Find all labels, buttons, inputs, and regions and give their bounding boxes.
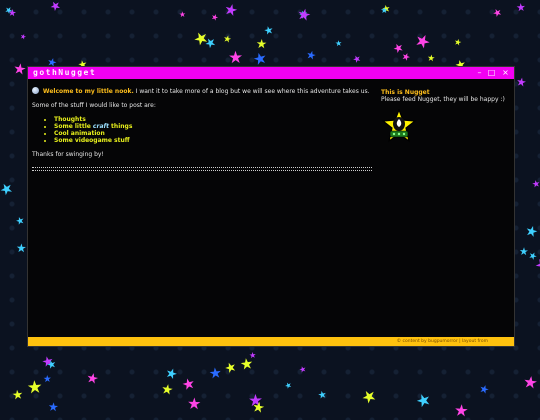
- sidebar-caption: Please feed Nugget, they will be happy :…: [381, 96, 505, 103]
- star-decoration: ★: [227, 46, 243, 67]
- star-decoration: ★: [399, 51, 413, 65]
- footer: © content by bugpumorror | layout from: [28, 337, 514, 346]
- welcome-paragraph: Welcome to my little nook. I want it to …: [32, 87, 372, 95]
- star-decoration: ★: [426, 53, 436, 65]
- star-decoration: ★: [491, 5, 505, 21]
- star-decoration: ★: [247, 389, 263, 410]
- welcome-title: Welcome to my little nook.: [42, 88, 134, 95]
- star-decoration: ★: [390, 39, 407, 57]
- star-decoration: ★: [316, 388, 328, 402]
- list-item: Cool animation: [54, 130, 372, 137]
- star-decoration: ★: [283, 379, 294, 392]
- star-decoration: ★: [178, 9, 186, 20]
- list-item: Some videogame stuff: [54, 137, 372, 144]
- list-item: Thoughts: [54, 116, 372, 123]
- star-decoration: ★: [238, 354, 255, 375]
- star-decoration: ★: [0, 178, 17, 201]
- star-decoration: ★: [518, 244, 530, 258]
- divider: [32, 170, 372, 171]
- minimize-button[interactable]: –: [475, 68, 484, 77]
- star-decoration: ★: [515, 73, 528, 90]
- star-decoration: ★: [294, 3, 313, 26]
- star-decoration: ★: [453, 36, 463, 48]
- star-decoration: ★: [530, 253, 540, 277]
- star-decoration: ★: [413, 388, 435, 413]
- star-decoration: ★: [84, 369, 101, 388]
- star-decoration: ★: [262, 23, 275, 38]
- star-decoration: ★: [15, 240, 27, 256]
- star-decoration: ★: [207, 364, 223, 383]
- star-decoration: ★: [531, 178, 540, 192]
- star-decoration: ★: [221, 33, 233, 46]
- star-decoration: ★: [26, 377, 44, 399]
- star-decoration: ★: [47, 399, 60, 415]
- star-decoration: ★: [180, 373, 198, 395]
- sidebar: This is Nugget Please feed Nugget, they …: [381, 89, 509, 143]
- star-decoration: ★: [190, 27, 213, 51]
- star-decoration: ★: [521, 372, 540, 394]
- star-decoration: ★: [42, 373, 52, 386]
- blog-content: Welcome to my little nook. I want it to …: [32, 87, 372, 158]
- star-decoration: ★: [380, 4, 388, 15]
- star-decoration: ★: [248, 349, 257, 360]
- main-window: gothNugget – □ × Welcome to my little no…: [27, 66, 515, 347]
- star-decoration: ★: [222, 0, 240, 21]
- window-title: gothNugget: [33, 68, 97, 77]
- star-decoration: ★: [44, 356, 58, 372]
- star-decoration: ★: [12, 59, 28, 79]
- post-topics-list: Thoughts Some little craft things Cool a…: [54, 116, 372, 144]
- star-decoration: ★: [222, 359, 240, 378]
- thanks-text: Thanks for swinging by!: [32, 151, 104, 158]
- divider: [32, 167, 372, 168]
- star-decoration: ★: [526, 249, 540, 264]
- star-decoration: ★: [47, 0, 65, 15]
- star-decoration: ★: [14, 215, 26, 229]
- nugget-pet-image[interactable]: [381, 108, 417, 143]
- star-decoration: ★: [380, 3, 392, 17]
- sidebar-title: This is Nugget: [381, 89, 430, 96]
- globe-icon: [32, 87, 39, 94]
- star-decoration: ★: [2, 5, 15, 18]
- star-decoration: ★: [334, 38, 343, 49]
- star-decoration: ★: [160, 381, 175, 400]
- star-decoration: ★: [7, 8, 17, 20]
- star-decoration: ★: [10, 385, 24, 403]
- star-decoration: ★: [186, 393, 202, 414]
- star-decoration: ★: [350, 52, 363, 67]
- star-decoration: ★: [40, 352, 56, 372]
- star-decoration: ★: [18, 31, 28, 42]
- maximize-button[interactable]: □: [487, 68, 496, 77]
- footer-credit: © content by bugpumorror | layout from: [396, 339, 488, 344]
- star-decoration: ★: [523, 222, 540, 242]
- star-decoration: ★: [297, 7, 311, 22]
- star-decoration: ★: [162, 364, 180, 384]
- star-decoration: ★: [477, 381, 491, 398]
- star-decoration: ★: [304, 48, 318, 64]
- star-decoration: ★: [357, 384, 381, 409]
- list-item: Some little craft things: [54, 123, 372, 130]
- title-bar: gothNugget – □ ×: [28, 67, 514, 79]
- star-decoration: ★: [255, 35, 268, 51]
- star-decoration: ★: [410, 29, 434, 55]
- stuff-intro: Some of the stuff I would like to post a…: [32, 102, 156, 109]
- intro-text: I want it to take more of a blog but we …: [135, 88, 370, 95]
- star-decoration: ★: [201, 32, 220, 52]
- star-decoration: ★: [250, 399, 267, 418]
- star-decoration: ★: [515, 0, 527, 15]
- close-button[interactable]: ×: [501, 68, 510, 77]
- star-decoration: ★: [209, 10, 220, 23]
- star-decoration: ★: [297, 362, 308, 375]
